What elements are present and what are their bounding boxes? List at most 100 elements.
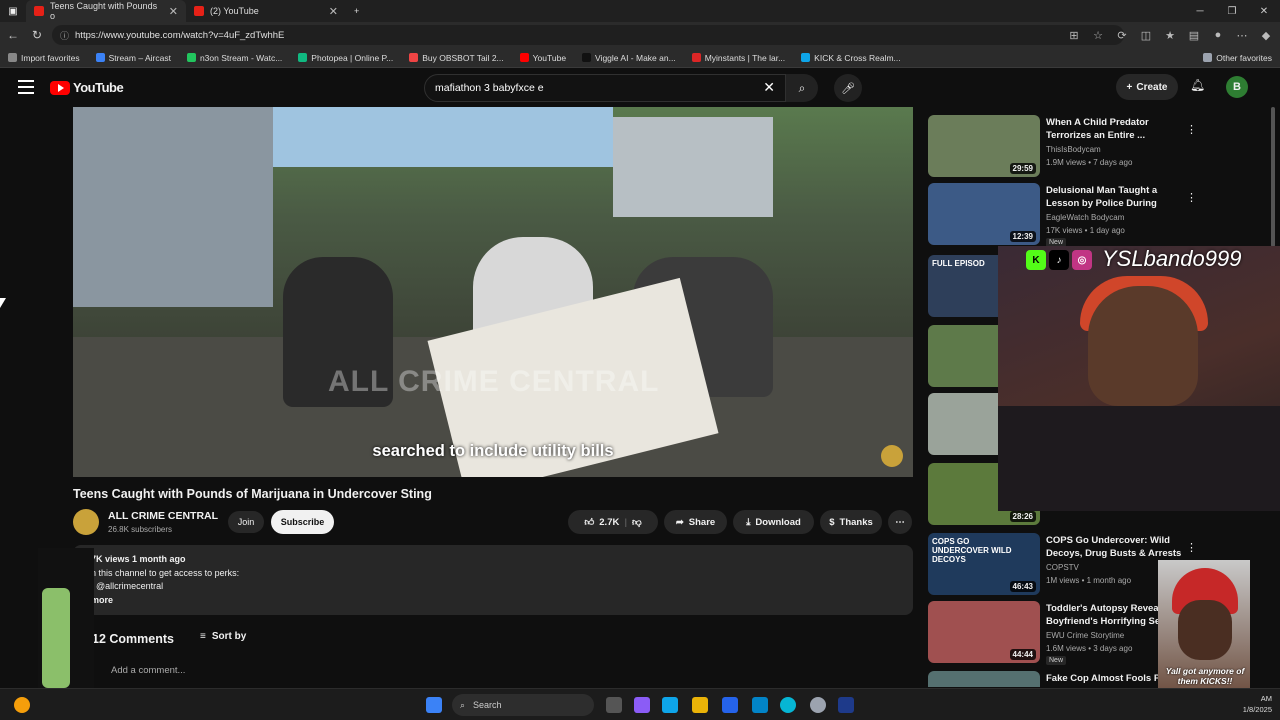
window-close-icon[interactable]: ✕ — [1248, 0, 1280, 22]
youtube-logo[interactable]: YouTube — [50, 80, 124, 95]
browser-tab[interactable]: (2) YouTube ✕ — [186, 0, 346, 22]
clear-search-icon[interactable]: ✕ — [763, 79, 775, 96]
more-actions-button[interactable]: ⋯ — [888, 510, 912, 534]
obs-icon[interactable] — [810, 697, 826, 713]
favorites-item[interactable]: Photopea | Online P... — [290, 53, 401, 63]
browser-toolbar-icons: ⊞ ☆ ⟳ ◫ ★ ▤ ● ⋯ ◆ — [1066, 25, 1274, 45]
favorites-item[interactable]: Stream – Aircast — [88, 53, 179, 63]
join-button[interactable]: Join — [228, 511, 264, 533]
microphone-icon: 🎤︎ — [841, 82, 855, 95]
notifications-bell-icon[interactable]: 🔔︎ — [1190, 78, 1205, 92]
add-comment-input[interactable]: Add a comment... — [111, 665, 185, 676]
recommendation-channel[interactable]: ThisIsBodycam — [1046, 145, 1101, 154]
video-thumbnail[interactable] — [928, 671, 1040, 687]
description-link[interactable]: / @allcrimecentral — [91, 580, 913, 594]
description-more[interactable]: more — [91, 594, 913, 608]
outlook-icon[interactable] — [722, 697, 738, 713]
search-input[interactable]: mafiathon 3 babyfxce e ✕ — [424, 74, 786, 102]
photos-icon[interactable] — [752, 697, 768, 713]
bookmark-favicon-icon — [801, 53, 811, 62]
more-options-icon[interactable]: ⋮ — [1186, 541, 1197, 554]
dislike-button[interactable]: 👎︎ — [632, 516, 642, 528]
recommendation-meta: 1.9M views • 7 days ago — [1046, 158, 1133, 167]
recommendation-title[interactable]: Delusional Man Taught a Lesson by Police… — [1046, 185, 1186, 211]
steam-icon[interactable] — [838, 697, 854, 713]
taskbar-search[interactable]: ⌕ Search — [452, 694, 594, 716]
description-box[interactable]: 7K views 1 month ago n this channel to g… — [73, 545, 913, 615]
favorites-item[interactable]: Viggle AI - Make an... — [574, 53, 684, 63]
download-button[interactable]: ⤓ Download — [733, 510, 814, 534]
scrollbar-thumb[interactable] — [1271, 107, 1275, 247]
copilot-icon[interactable]: ◆ — [1258, 25, 1274, 45]
favorites-item[interactable]: Myinstants | The lar... — [684, 53, 793, 63]
thanks-button[interactable]: $ Thanks — [820, 510, 882, 534]
file-explorer-icon[interactable] — [692, 697, 708, 713]
recommendation-item[interactable]: 12:39 Delusional Man Taught a Lesson by P… — [928, 183, 1268, 247]
more-options-icon[interactable]: ⋮ — [1186, 123, 1197, 136]
edge-icon[interactable] — [780, 697, 796, 713]
search-button[interactable]: ⌕ — [786, 74, 818, 102]
sort-by-button[interactable]: ≡ Sort by — [200, 631, 246, 642]
start-icon[interactable] — [426, 697, 442, 713]
like-button[interactable]: 👍︎ 2.7K — [584, 516, 619, 529]
favorites-item[interactable]: Import favorites — [0, 53, 88, 63]
recommendation-channel[interactable]: COPSTV — [1046, 563, 1079, 572]
profile-icon[interactable]: ● — [1210, 25, 1226, 45]
favorites-icon[interactable]: ★ — [1162, 25, 1178, 45]
channel-name[interactable]: ALL CRIME CENTRAL — [108, 510, 218, 522]
split-screen-icon[interactable]: ◫ — [1138, 25, 1154, 45]
copilot-icon[interactable] — [634, 697, 650, 713]
window-controls: ─ ❐ ✕ — [1184, 0, 1280, 22]
video-thumbnail[interactable]: 29:59 — [928, 115, 1040, 177]
refresh-icon[interactable]: ↻ — [26, 24, 48, 46]
subscribe-button[interactable]: Subscribe — [271, 510, 334, 534]
favorites-item[interactable]: n3on Stream - Watc... — [179, 53, 290, 63]
browser-tab-active[interactable]: Teens Caught with Pounds o ✕ — [26, 0, 186, 22]
share-button[interactable]: ➦ Share — [664, 510, 727, 534]
recommendation-title[interactable]: COPS Go Undercover: Wild Decoys, Drug Bu… — [1046, 535, 1186, 561]
video-thumbnail[interactable]: COPS GO UNDERCOVER WILD DECOYS 46:43 — [928, 533, 1040, 595]
recommendation-title[interactable]: When A Child Predator Terrorizes an Enti… — [1046, 117, 1186, 142]
favorites-item[interactable]: Buy OBSBOT Tail 2... — [401, 53, 511, 63]
other-favorites[interactable]: Other favorites — [1195, 53, 1280, 63]
more-icon[interactable]: ⋯ — [1234, 25, 1250, 45]
tab-close-icon[interactable]: ✕ — [329, 5, 338, 18]
favorite-star-icon[interactable]: ☆ — [1090, 25, 1106, 45]
info-icon[interactable]: ⓘ — [60, 29, 69, 42]
menu-icon[interactable] — [18, 80, 34, 94]
channel-avatar[interactable] — [73, 509, 99, 535]
share-icon: ➦ — [675, 516, 684, 528]
system-tray[interactable]: AM 1/8/2025 — [1243, 693, 1272, 715]
url-field[interactable]: ⓘ https://www.youtube.com/watch?v=4uF_zd… — [52, 25, 1124, 45]
maximize-icon[interactable]: ❐ — [1216, 0, 1248, 22]
back-icon[interactable]: ← — [2, 24, 24, 46]
favorites-item[interactable]: YouTube — [512, 53, 574, 63]
store-icon[interactable] — [662, 697, 678, 713]
minimize-icon[interactable]: ─ — [1184, 0, 1216, 22]
tab-close-icon[interactable]: ✕ — [169, 5, 178, 18]
bookmark-favicon-icon — [298, 53, 308, 62]
collections-icon[interactable]: ▤ — [1186, 25, 1202, 45]
recommendation-channel[interactable]: EagleWatch Bodycam — [1046, 213, 1124, 222]
new-tab-button[interactable]: + — [346, 0, 367, 22]
more-options-icon[interactable]: ⋮ — [1186, 191, 1197, 204]
extensions-icon[interactable]: ⟳ — [1114, 25, 1130, 45]
app-icon[interactable]: ⊞ — [1066, 25, 1082, 45]
recommendation-meta: 1M views • 1 month ago — [1046, 576, 1132, 585]
youtube-favicon-icon — [194, 6, 204, 16]
weather-icon[interactable] — [14, 697, 30, 713]
task-view-icon[interactable] — [606, 697, 622, 713]
tab-actions-icon[interactable]: ▣ — [0, 0, 26, 22]
video-thumbnail[interactable]: 44:44 — [928, 601, 1040, 663]
video-player[interactable]: ALL CRIME CENTRAL searched to include ut… — [73, 107, 913, 477]
bookmark-favicon-icon — [95, 53, 105, 62]
webcam-keyboard — [998, 406, 1280, 511]
avatar[interactable]: B — [1226, 76, 1248, 98]
voice-search-button[interactable]: 🎤︎ — [834, 74, 862, 102]
comments-count: 12 Comments — [92, 632, 174, 646]
recommendation-channel[interactable]: EWU Crime Storytime — [1046, 631, 1124, 640]
recommendation-item[interactable]: 29:59 When A Child Predator Terrorizes an… — [928, 115, 1268, 179]
create-button[interactable]: + Create — [1116, 74, 1178, 100]
video-thumbnail[interactable]: 12:39 — [928, 183, 1040, 245]
favorites-item[interactable]: KICK & Cross Realm... — [793, 53, 908, 63]
